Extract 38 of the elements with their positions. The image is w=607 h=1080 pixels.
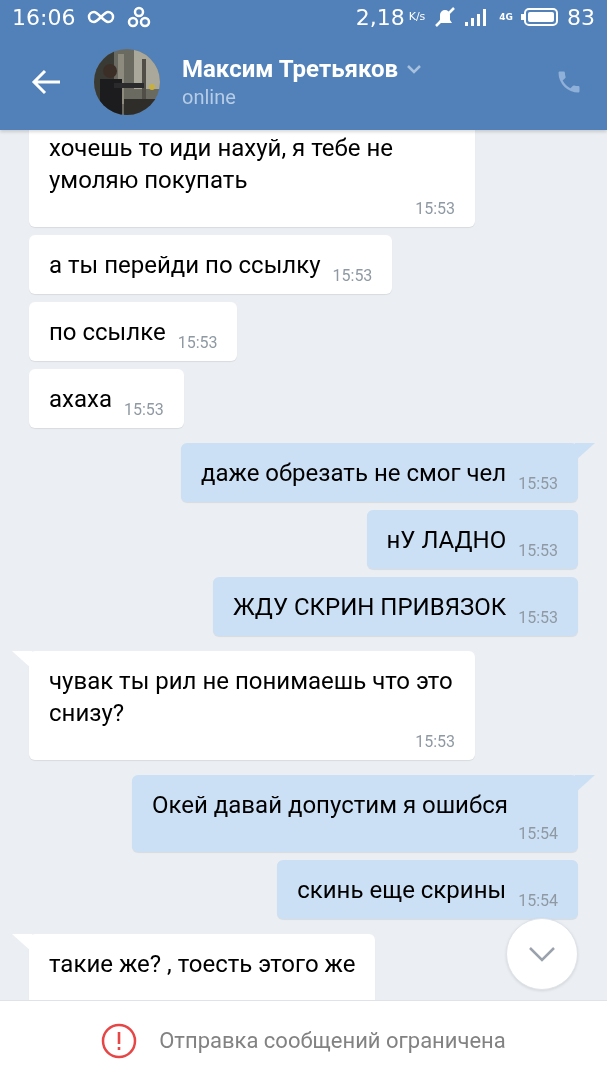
- message-text: ахаха: [49, 384, 112, 415]
- contact-status: online: [182, 84, 237, 110]
- battery-level: 83: [567, 3, 595, 32]
- message-text: Окей давай допустим я ошибся: [152, 790, 508, 821]
- network-speed: 2,18: [355, 3, 405, 32]
- warning-icon: [101, 1022, 138, 1059]
- message-time: 15:54: [517, 825, 558, 843]
- message-text: нУ ЛАДНО: [386, 525, 507, 556]
- speed-unit: K/s: [408, 8, 426, 25]
- message-time: 15:53: [414, 200, 455, 218]
- infinity-icon: [87, 10, 116, 24]
- message-text: по ссылке: [49, 317, 166, 348]
- chevron-down-icon[interactable]: [406, 64, 423, 74]
- message-time: 15:53: [331, 267, 373, 285]
- message-text: такие же? , тоесть этого же: [49, 949, 356, 980]
- message-time: 15:53: [517, 542, 558, 560]
- message-text: чувак ты рил не понимаешь что это снизу?: [49, 666, 454, 729]
- message-text: хочешь то иди нахуй, я тебе не умоляю покупать: [49, 133, 395, 196]
- back-arrow-icon[interactable]: [30, 68, 62, 96]
- message-text: даже обрезать не смог чел: [200, 458, 507, 489]
- network-type: 4G: [499, 12, 513, 22]
- message-time: 15:53: [517, 609, 558, 627]
- message-time: 15:54: [517, 892, 558, 910]
- battery-icon: [521, 7, 559, 27]
- message-time: 15:53: [176, 334, 218, 352]
- status-time: 16:06: [12, 3, 76, 32]
- contact-name[interactable]: Максим Третьяков: [182, 54, 399, 84]
- message-text: ЖДУ СКРИН ПРИВЯЗОК: [232, 592, 507, 623]
- chevron-down-icon: [528, 946, 556, 962]
- restriction-notice: Отправка сообщений ограничена: [159, 1027, 506, 1055]
- scroll-down-button[interactable]: [506, 918, 578, 990]
- message-time: 15:53: [517, 475, 558, 493]
- message-text: скинь еще скрины: [297, 875, 507, 906]
- message-time: 15:53: [414, 733, 455, 751]
- muted-bell-icon: [433, 5, 458, 29]
- cluster-icon: [127, 6, 152, 28]
- message-time: 15:53: [123, 401, 164, 419]
- message-text: а ты перейди по ссылку: [49, 250, 321, 281]
